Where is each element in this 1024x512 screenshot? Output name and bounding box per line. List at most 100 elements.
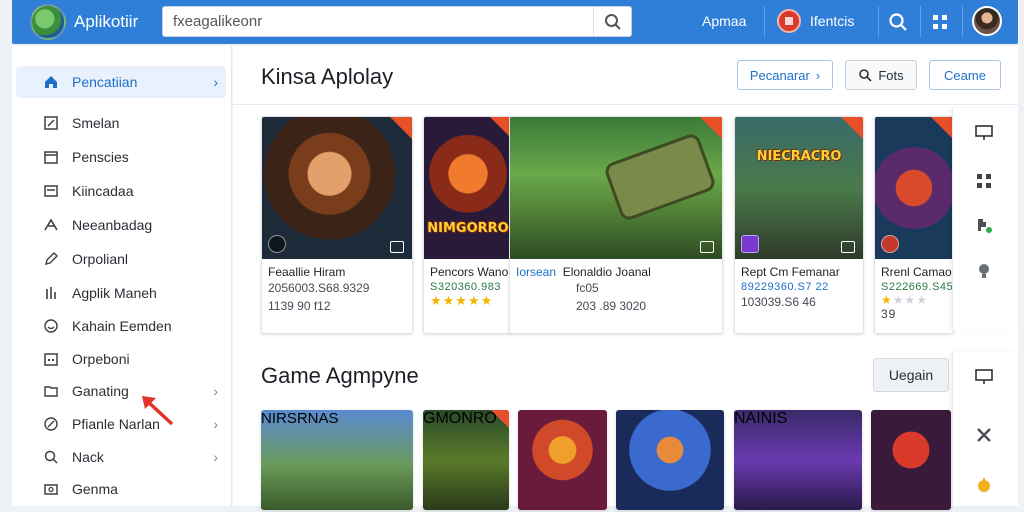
sidebar-item-orpolianl[interactable]: Orpolianl [16, 243, 226, 275]
card-title: Iorsean Elonaldio Joanal [510, 259, 722, 279]
share-icon [42, 216, 60, 234]
sidebar-item-label: Smelan [72, 115, 120, 131]
sidebar: Pencatiian › Smelan Penscies Kiincadaa N… [12, 46, 232, 506]
sidebar-item-orpeboni[interactable]: Orpeboni [16, 343, 226, 375]
app-thumbnail [262, 117, 412, 259]
sidebar-item-label: Kahain Eemden [72, 318, 172, 334]
controller-icon [700, 241, 714, 253]
chart-icon [42, 284, 60, 302]
grid-icon[interactable] [973, 170, 995, 192]
top-bar: Aplikotiir Apmaa Ifentcis [12, 0, 1018, 44]
divider [233, 104, 1018, 105]
search-icon [859, 69, 872, 82]
sidebar-item-smelan[interactable]: Smelan [16, 107, 226, 139]
calendar-grid-icon [42, 350, 60, 368]
sidebar-item-label: Pencatiian [72, 74, 138, 90]
app-logo[interactable] [30, 4, 66, 40]
section-title: Kinsa Aplolay [261, 64, 394, 89]
top-link[interactable]: Apmaa [702, 13, 746, 29]
sidebar-item-label: Orpolianl [72, 251, 129, 267]
game-thumbnail[interactable]: NIRSRNAS [261, 410, 413, 510]
game-thumbnail[interactable]: NAINIS [734, 410, 862, 510]
apps-grid-icon[interactable] [928, 10, 952, 34]
weapon-art [602, 131, 718, 223]
search-box [162, 6, 632, 37]
main-content: Kinsa Aplolay Pecanarar › Fots Ceame Fea… [233, 46, 1018, 510]
notification-badge-icon[interactable] [777, 9, 801, 33]
card-number: 103039.S6 46 [741, 295, 816, 309]
sidebar-item-agplik-maneh[interactable]: Agplik Maneh [16, 277, 226, 309]
sidebar-item-neeanbadag[interactable]: Neeanbadag [16, 209, 226, 241]
divider [878, 6, 879, 37]
monitor-icon[interactable] [973, 122, 995, 144]
app-card[interactable]: Iorsean Elonaldio Joanal fc05 203 .89 30… [509, 116, 723, 334]
sidebar-item-pfianle-narlan[interactable]: Pfianle Narlan › [16, 408, 226, 440]
section-title: Game Agmpyne [261, 363, 419, 388]
notification-icon[interactable] [973, 474, 995, 496]
game-thumbnail[interactable] [518, 410, 607, 510]
badge-icon [700, 117, 722, 139]
game-button[interactable]: Ceame [929, 60, 1001, 90]
home-icon [42, 73, 60, 91]
monitor-icon[interactable] [973, 366, 995, 388]
sidebar-item-ganating[interactable]: Ganating › [16, 375, 226, 407]
card-meta: fc05 [576, 281, 599, 295]
search-icon[interactable] [886, 10, 910, 34]
app-thumbnail [510, 117, 722, 259]
app-card[interactable]: NIECRACRO Rept Cm Femanar 89229360.S7 22… [734, 116, 864, 334]
pencil-icon [42, 250, 60, 268]
filter-button[interactable]: Fots [845, 60, 917, 90]
sidebar-item-nack[interactable]: Nack › [16, 441, 226, 473]
game-thumbnail[interactable] [871, 410, 951, 510]
card-meta: 89229360.S7 22 [741, 281, 829, 293]
avatar[interactable] [972, 6, 1002, 36]
search-icon [42, 448, 60, 466]
app-thumbnail: NIECRACRO [735, 117, 863, 259]
card-title: Feaallie Hiram [268, 265, 346, 279]
app-card[interactable]: Rrenl Camao S222669.S45 ★★★★ 39 [874, 116, 954, 334]
game-thumbnail[interactable]: GMONRO [423, 410, 509, 510]
chevron-right-icon: › [213, 74, 218, 90]
play-icon [268, 235, 286, 253]
search-input[interactable] [163, 7, 593, 36]
game-thumbnail[interactable] [616, 410, 724, 510]
edit-box-icon [42, 114, 60, 132]
search-button[interactable] [593, 7, 631, 36]
lightbulb-icon[interactable] [973, 260, 995, 282]
card-meta: 2056003.S68.9329 [268, 281, 370, 295]
sidebar-item-label: Kiincadaa [72, 183, 134, 199]
card-title: Pencors Wano [430, 265, 509, 279]
app-icon [881, 235, 899, 253]
rating-stars: ★★★★★ [430, 293, 494, 308]
card-title: Rept Cm Femanar [741, 265, 840, 279]
button-label: Pecanarar [749, 67, 810, 83]
chevron-right-icon: › [213, 416, 218, 432]
pointer-arrow-icon [142, 396, 174, 426]
notifications-link[interactable]: Ifentcis [810, 13, 854, 29]
search-icon [604, 13, 621, 30]
more-button[interactable]: Uegain [873, 358, 949, 392]
puzzle-icon[interactable] [973, 214, 995, 236]
button-label: Ceame [944, 67, 986, 83]
button-label: Fots [878, 67, 904, 83]
app-card[interactable]: Feaallie Hiram 2056003.S68.9329 1139 90 … [261, 116, 413, 334]
divider [764, 6, 765, 37]
app-icon [741, 235, 759, 253]
game-art-text: NIRSRNAS [261, 410, 339, 427]
sidebar-item-kahain-eemden[interactable]: Kahain Eemden [16, 310, 226, 342]
app-thumbnail: NIMGORRO [424, 117, 512, 259]
tools-icon[interactable] [973, 424, 995, 446]
sidebar-item-genma[interactable]: Genma [16, 473, 226, 505]
sidebar-item-label: Nack [72, 449, 104, 465]
card-meta: S222669.S45 [881, 281, 954, 293]
app-card[interactable]: NIMGORRO Pencors Wano S320360.983 ★★★★★ [423, 116, 513, 334]
folder-icon [42, 382, 60, 400]
sidebar-item-penscies[interactable]: Penscies [16, 141, 226, 173]
primary-button[interactable]: Pecanarar › [737, 60, 833, 90]
window-icon [42, 182, 60, 200]
card-meta: S320360.983 [430, 281, 501, 293]
sidebar-item-kiincadaa[interactable]: Kiincadaa [16, 175, 226, 207]
badge-icon [841, 117, 863, 139]
sidebar-item-pencatiian[interactable]: Pencatiian › [16, 66, 226, 98]
right-rail [952, 108, 1016, 330]
